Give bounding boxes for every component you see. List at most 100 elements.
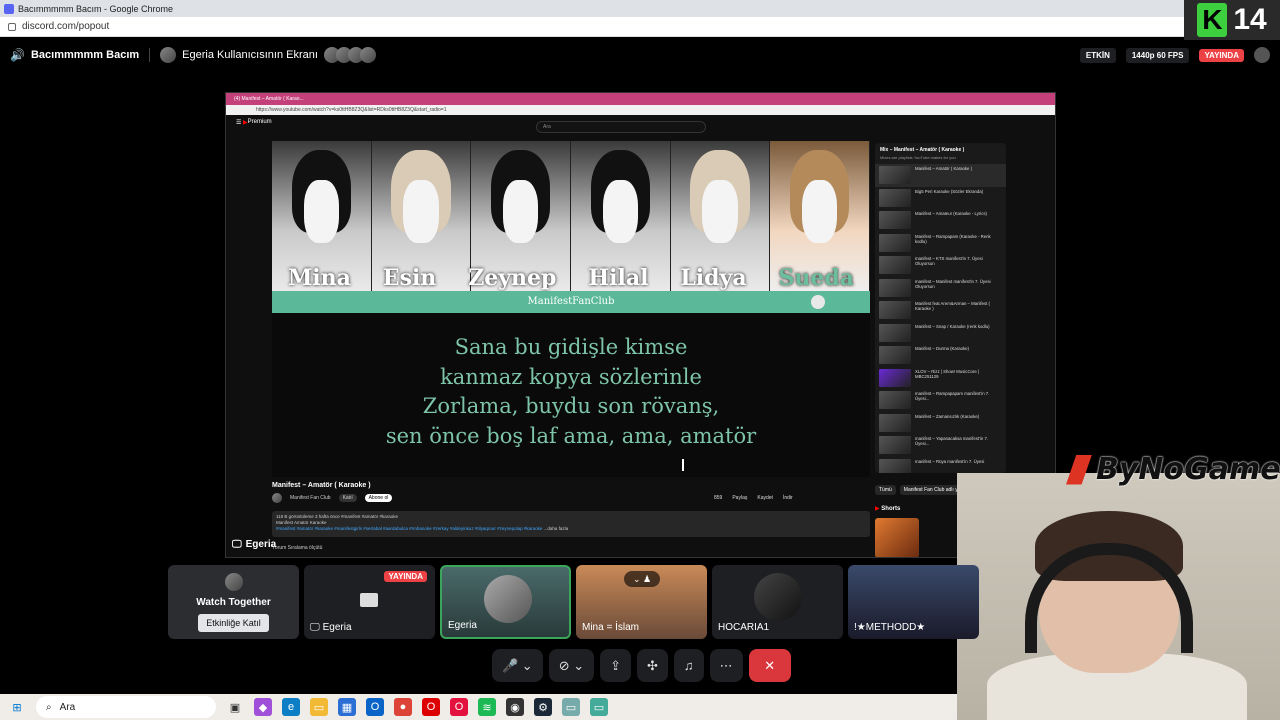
stream-owner: Egeria Kullanıcısının Ekranı	[160, 47, 376, 63]
address-bar[interactable]: discord.com/popout	[0, 17, 1280, 37]
video-description: 118 B görüntüleme 3 hafta önce #manifest…	[272, 511, 870, 537]
disconnect-button[interactable]: ✕	[748, 649, 791, 682]
url-text[interactable]: discord.com/popout	[22, 21, 109, 32]
watch-together-tile[interactable]: Watch Together Etkinliğe Katıl	[168, 565, 299, 639]
voice-channel-header: 🔊 Bacımmmmm Bacım Egeria Kullanıcısının …	[0, 40, 1280, 70]
task-view-icon[interactable]: ▣	[226, 698, 244, 716]
participant-tile[interactable]: YAYINDA 🖵 Egeria	[304, 565, 435, 639]
member-name: Lidya	[680, 265, 747, 291]
app-icon[interactable]: ▭	[590, 698, 608, 716]
participant-tiles: Watch Together Etkinliğe Katıl YAYINDA 🖵…	[168, 565, 979, 639]
comments-header: Yorum Sıralama ölçütü	[272, 545, 323, 551]
screen-icon: 🖵	[232, 539, 242, 550]
channel-row: Manifest Fan Club Katıl Abone ol	[272, 493, 393, 503]
webcam-overlay	[957, 473, 1280, 720]
lyrics: Sana bu gidişle kimse kanmaz kopya sözle…	[272, 333, 870, 451]
inner-tab-bar: (4) Manifest – Amatör ( Karao...	[226, 93, 1055, 105]
shorts-heading: ▶ Shorts	[875, 506, 901, 512]
chrome-icon[interactable]: ●	[394, 698, 412, 716]
copilot-icon[interactable]: ◆	[254, 698, 272, 716]
live-badge: YAYINDA	[384, 571, 427, 582]
lyric-line: Sana bu gidişle kimse	[454, 335, 688, 359]
discord-favicon-icon	[4, 3, 14, 14]
youtube-search: Ara	[536, 121, 706, 133]
participant-label: Egeria	[448, 620, 477, 631]
call-controls: 🎤 ⌄ ⊘ ⌄ ⇪ ✣ ♫ ⋯ ✕	[492, 649, 791, 682]
outlook-icon[interactable]: O	[366, 698, 384, 716]
more-link: ...daha fazla	[543, 526, 569, 531]
chip: Tümü	[875, 485, 896, 495]
microphone-button[interactable]: 🎤 ⌄	[492, 649, 543, 682]
avatar	[484, 575, 532, 623]
youtube-premium: Premium	[247, 119, 272, 125]
avatar	[754, 573, 802, 621]
more-options-button[interactable]: ⋯	[709, 649, 743, 682]
playlist-title: Mix – Manifest – Amatör ( Karaoke )	[880, 147, 965, 153]
speaker-icon: 🔊	[10, 48, 25, 62]
short-thumbnail	[875, 518, 919, 557]
playlist-item: manifest – Yapanacaksa manifest'in 7. Üy…	[875, 434, 1006, 457]
opera-icon[interactable]: O	[422, 698, 440, 716]
member-name: Mina	[287, 265, 351, 291]
playlist-header: Mix – Manifest – Amatör ( Karaoke ) Mixe…	[875, 143, 1006, 164]
obs-icon[interactable]: ◉	[506, 698, 524, 716]
fan-club-bar: ManifestFanClub	[272, 291, 870, 313]
chat-icon[interactable]	[1254, 47, 1270, 63]
search-label: Ara	[59, 701, 76, 713]
channel-name: Bacımmmmm Bacım	[30, 49, 140, 61]
site-info-icon[interactable]	[8, 22, 16, 31]
playlist-item: Manifest feat Arem&Arman – Manifest ( Ka…	[875, 299, 1006, 322]
channel-info: 🔊 Bacımmmmm Bacım	[10, 48, 139, 62]
participant-tile[interactable]: Egeria	[440, 565, 571, 639]
playlist-item: Big5 Peri Karaoke (Sözler Ekranda)	[875, 187, 1006, 210]
playlist-subtitle: Mixes are playlists YouTube makes for yo…	[880, 155, 956, 160]
shared-screen[interactable]: (4) Manifest – Amatör ( Karao... https:/…	[225, 92, 1056, 558]
quality-badge: 1440p 60 FPS	[1125, 47, 1190, 63]
edge-icon[interactable]: e	[282, 698, 300, 716]
playlist-item: Manifest – Rampapam (Karaoke - Renk kodl…	[875, 232, 1006, 255]
logo-number: 14	[1233, 3, 1267, 36]
member-name: Sueda	[778, 265, 854, 291]
sponsor-name: ByNoGame	[1096, 452, 1280, 487]
playlist-item: Manifest – Amatör ( Karaoke )	[875, 164, 1006, 187]
spotify-icon[interactable]: ≋	[478, 698, 496, 716]
lyric-line: sen önce boş laf ama, ama, amatör	[385, 423, 757, 448]
progress-dot	[811, 295, 825, 309]
playlist-item: XLOV – Rizz | Show! MusicCore | MBC25112…	[875, 367, 1006, 390]
camera-button[interactable]: ⊘ ⌄	[548, 649, 595, 682]
store-icon[interactable]: ▦	[338, 698, 356, 716]
join-activity-button[interactable]: Etkinliğe Katıl	[198, 613, 269, 632]
taskbar-search[interactable]: ⌕ Ara	[36, 696, 216, 718]
windows-start-icon[interactable]: ⊞	[8, 698, 26, 716]
share-button: Paylaş	[732, 495, 748, 501]
participant-tile[interactable]: HOCARIA1	[712, 565, 843, 639]
participant-tile[interactable]: ⌄ ♟ Mina = İslam	[576, 565, 707, 639]
app-icon[interactable]: ▭	[562, 698, 580, 716]
lyric-line: Zorlama, buydu son rövanş,	[422, 394, 720, 418]
stream-title: Egeria Kullanıcısının Ekranı	[182, 49, 318, 61]
lyric-line: kanmaz kopya sözlerinle	[440, 364, 702, 389]
playlist-item: Manifest – Durma (Karaoke)	[875, 344, 1006, 367]
opera-gx-icon[interactable]: O	[450, 698, 468, 716]
viewer-avatar[interactable]	[359, 47, 376, 63]
activity-icon	[224, 572, 243, 591]
windows-taskbar: ⊞ ⌕ Ara ▣ ◆ e ▭ ▦ O ● O O ≋ ◉ ⚙ ▭ ▭	[0, 694, 957, 720]
inner-tab: (4) Manifest – Amatör ( Karao...	[234, 96, 304, 102]
screen-share-icon	[360, 593, 378, 607]
playlist-item: manifest – Rüya manifest'in 7. Üyesi	[875, 457, 1006, 473]
participant-tile[interactable]: !★METHODD★	[848, 565, 979, 639]
header-right: ETKİN 1440p 60 FPS YAYINDA	[1079, 47, 1270, 63]
browser-title-bar: Bacımmmmm Bacım - Google Chrome	[0, 0, 1280, 17]
tile-controls[interactable]: ⌄ ♟	[624, 571, 660, 587]
activities-button[interactable]: ✣	[637, 649, 668, 682]
stream-owner-label: 🖵 Egeria	[232, 539, 276, 550]
soundboard-button[interactable]: ♫	[673, 649, 704, 682]
desc-tags: #manifest #amatör #karaoke #manifestgirl…	[276, 526, 569, 531]
mouse-cursor-icon	[682, 459, 690, 471]
channel-name: Manifest Fan Club	[290, 495, 331, 501]
file-explorer-icon[interactable]: ▭	[310, 698, 328, 716]
participant-label: 🖵 Egeria	[310, 622, 352, 633]
steam-icon[interactable]: ⚙	[534, 698, 552, 716]
screen-share-button[interactable]: ⇪	[600, 649, 632, 682]
avatar	[160, 47, 177, 63]
